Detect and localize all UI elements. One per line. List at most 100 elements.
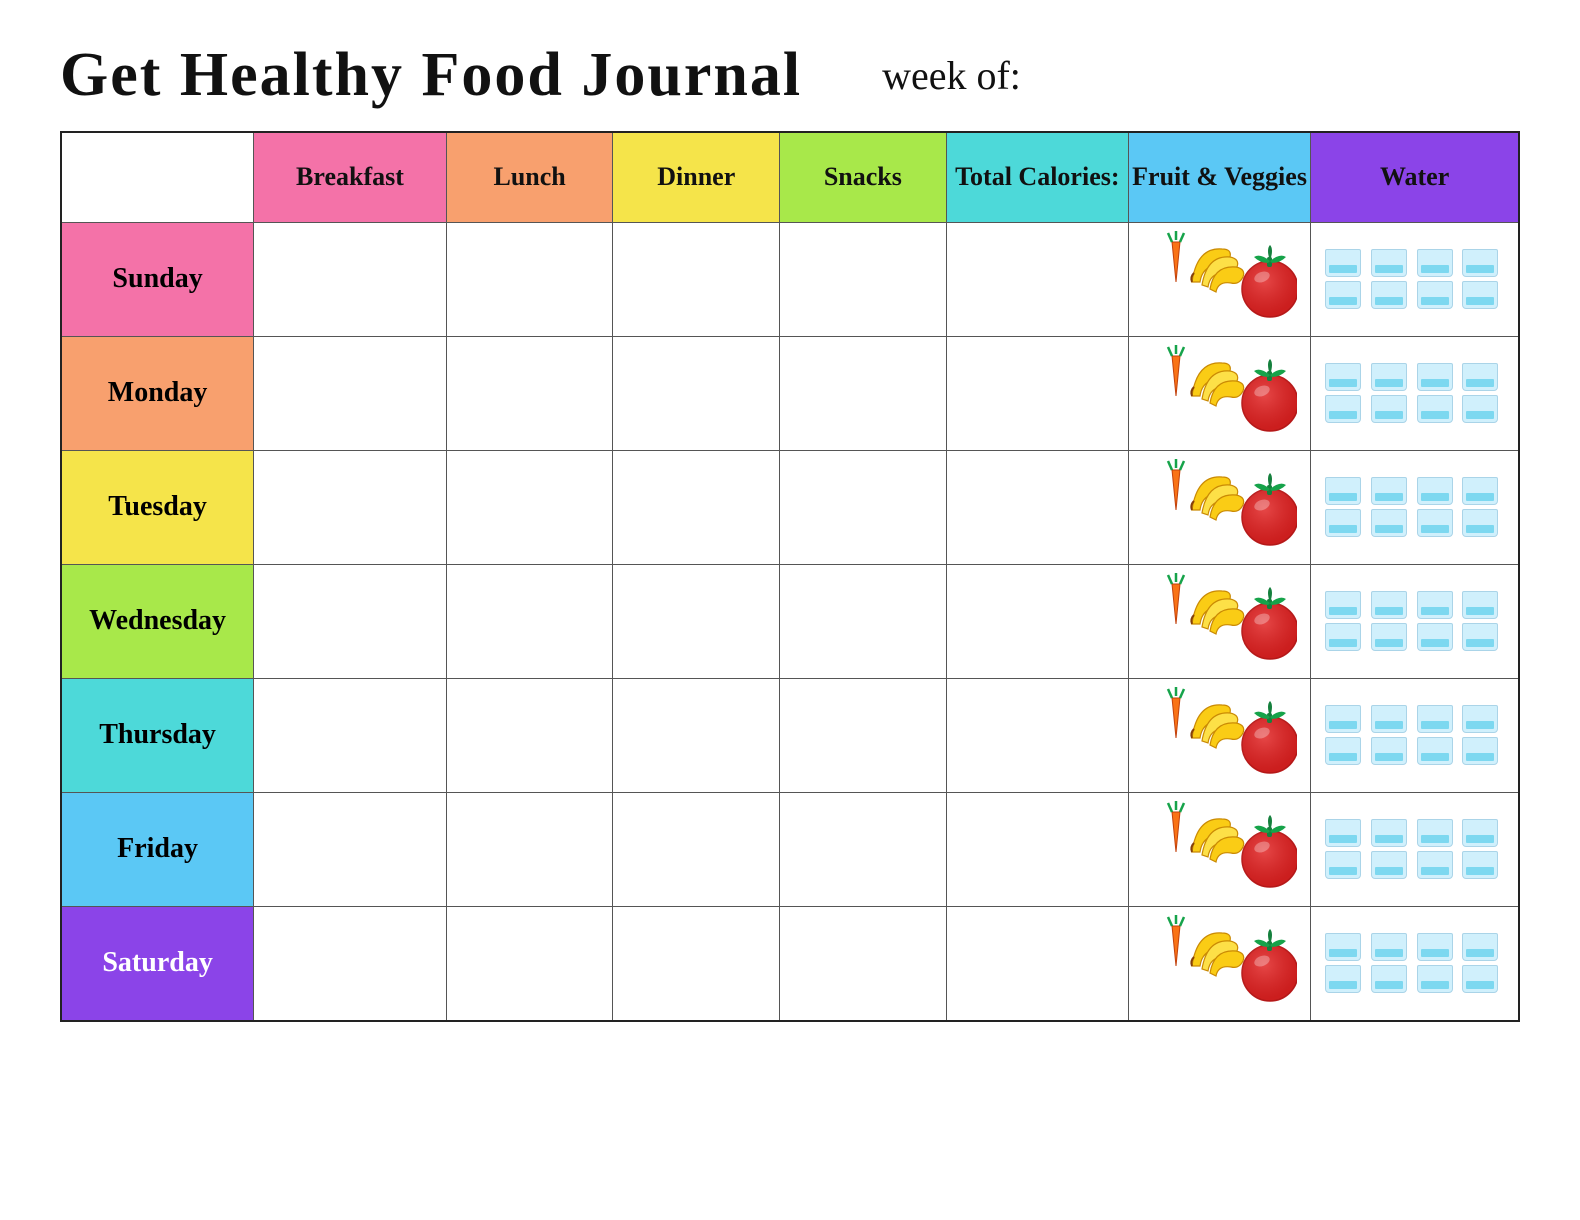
water-glass bbox=[1371, 933, 1407, 961]
water-glass bbox=[1462, 477, 1498, 505]
water-glass bbox=[1417, 965, 1453, 993]
water-cell-sunday bbox=[1311, 222, 1519, 336]
lunch-cell-wednesday[interactable] bbox=[446, 564, 613, 678]
dinner-cell-monday[interactable] bbox=[613, 336, 780, 450]
snacks-cell-tuesday[interactable] bbox=[780, 450, 947, 564]
col-header-calories: Total Calories: bbox=[946, 132, 1128, 222]
water-glass bbox=[1462, 737, 1498, 765]
fruit-cell-saturday bbox=[1128, 906, 1310, 1021]
table-row: Saturday bbox=[61, 906, 1519, 1021]
col-header-dinner: Dinner bbox=[613, 132, 780, 222]
snacks-cell-saturday[interactable] bbox=[780, 906, 947, 1021]
water-glass bbox=[1371, 249, 1407, 277]
water-glass bbox=[1371, 395, 1407, 423]
calories-cell-wednesday[interactable] bbox=[946, 564, 1128, 678]
water-glass bbox=[1462, 363, 1498, 391]
water-glass bbox=[1371, 281, 1407, 309]
water-glasses-grid bbox=[1317, 469, 1512, 545]
water-glass bbox=[1462, 851, 1498, 879]
day-cell-saturday: Saturday bbox=[61, 906, 254, 1021]
lunch-cell-saturday[interactable] bbox=[446, 906, 613, 1021]
fruit-cell-sunday bbox=[1128, 222, 1310, 336]
water-glass bbox=[1325, 363, 1361, 391]
water-glasses-grid bbox=[1317, 241, 1512, 317]
water-cell-monday bbox=[1311, 336, 1519, 450]
water-glass bbox=[1371, 509, 1407, 537]
lunch-cell-thursday[interactable] bbox=[446, 678, 613, 792]
dinner-cell-friday[interactable] bbox=[613, 792, 780, 906]
calories-cell-thursday[interactable] bbox=[946, 678, 1128, 792]
water-glass bbox=[1325, 965, 1361, 993]
col-header-day bbox=[61, 132, 254, 222]
water-glass bbox=[1417, 477, 1453, 505]
fruit-cell-friday bbox=[1128, 792, 1310, 906]
water-glass bbox=[1462, 623, 1498, 651]
dinner-cell-tuesday[interactable] bbox=[613, 450, 780, 564]
water-glass bbox=[1371, 965, 1407, 993]
dinner-cell-wednesday[interactable] bbox=[613, 564, 780, 678]
page-title: Get Healthy Food Journal bbox=[60, 40, 802, 111]
water-glass bbox=[1417, 281, 1453, 309]
table-row: Monday bbox=[61, 336, 1519, 450]
water-glass bbox=[1325, 705, 1361, 733]
food-journal-table: Breakfast Lunch Dinner Snacks Total Calo… bbox=[60, 131, 1520, 1022]
calories-cell-monday[interactable] bbox=[946, 336, 1128, 450]
calories-cell-friday[interactable] bbox=[946, 792, 1128, 906]
calories-cell-sunday[interactable] bbox=[946, 222, 1128, 336]
snacks-cell-thursday[interactable] bbox=[780, 678, 947, 792]
water-glass bbox=[1371, 737, 1407, 765]
water-glass bbox=[1325, 933, 1361, 961]
water-glass bbox=[1371, 851, 1407, 879]
day-cell-sunday: Sunday bbox=[61, 222, 254, 336]
water-glasses-grid bbox=[1317, 355, 1512, 431]
breakfast-cell-tuesday[interactable] bbox=[254, 450, 447, 564]
breakfast-cell-wednesday[interactable] bbox=[254, 564, 447, 678]
water-glass bbox=[1371, 477, 1407, 505]
water-cell-wednesday bbox=[1311, 564, 1519, 678]
dinner-cell-saturday[interactable] bbox=[613, 906, 780, 1021]
fruit-cell-wednesday bbox=[1128, 564, 1310, 678]
water-glass bbox=[1462, 395, 1498, 423]
water-glass bbox=[1325, 395, 1361, 423]
water-glass bbox=[1417, 737, 1453, 765]
snacks-cell-friday[interactable] bbox=[780, 792, 947, 906]
water-glass bbox=[1325, 249, 1361, 277]
day-cell-friday: Friday bbox=[61, 792, 254, 906]
calories-cell-tuesday[interactable] bbox=[946, 450, 1128, 564]
water-glass bbox=[1462, 591, 1498, 619]
breakfast-cell-friday[interactable] bbox=[254, 792, 447, 906]
water-glass bbox=[1417, 705, 1453, 733]
water-glass bbox=[1371, 705, 1407, 733]
water-glass bbox=[1325, 509, 1361, 537]
snacks-cell-monday[interactable] bbox=[780, 336, 947, 450]
day-cell-thursday: Thursday bbox=[61, 678, 254, 792]
water-glasses-grid bbox=[1317, 811, 1512, 887]
lunch-cell-friday[interactable] bbox=[446, 792, 613, 906]
lunch-cell-sunday[interactable] bbox=[446, 222, 613, 336]
snacks-cell-sunday[interactable] bbox=[780, 222, 947, 336]
water-glass bbox=[1417, 591, 1453, 619]
breakfast-cell-thursday[interactable] bbox=[254, 678, 447, 792]
water-glass bbox=[1325, 281, 1361, 309]
snacks-cell-wednesday[interactable] bbox=[780, 564, 947, 678]
table-row: Thursday bbox=[61, 678, 1519, 792]
water-glass bbox=[1462, 819, 1498, 847]
water-glass bbox=[1462, 281, 1498, 309]
breakfast-cell-saturday[interactable] bbox=[254, 906, 447, 1021]
col-header-fruit: Fruit & Veggies bbox=[1128, 132, 1310, 222]
breakfast-cell-monday[interactable] bbox=[254, 336, 447, 450]
calories-cell-saturday[interactable] bbox=[946, 906, 1128, 1021]
water-cell-tuesday bbox=[1311, 450, 1519, 564]
water-glass bbox=[1417, 623, 1453, 651]
water-glass bbox=[1325, 851, 1361, 879]
dinner-cell-sunday[interactable] bbox=[613, 222, 780, 336]
col-header-breakfast: Breakfast bbox=[254, 132, 447, 222]
water-glass bbox=[1462, 933, 1498, 961]
lunch-cell-monday[interactable] bbox=[446, 336, 613, 450]
fruit-cell-thursday bbox=[1128, 678, 1310, 792]
lunch-cell-tuesday[interactable] bbox=[446, 450, 613, 564]
breakfast-cell-sunday[interactable] bbox=[254, 222, 447, 336]
dinner-cell-thursday[interactable] bbox=[613, 678, 780, 792]
day-cell-monday: Monday bbox=[61, 336, 254, 450]
water-glass bbox=[1325, 591, 1361, 619]
